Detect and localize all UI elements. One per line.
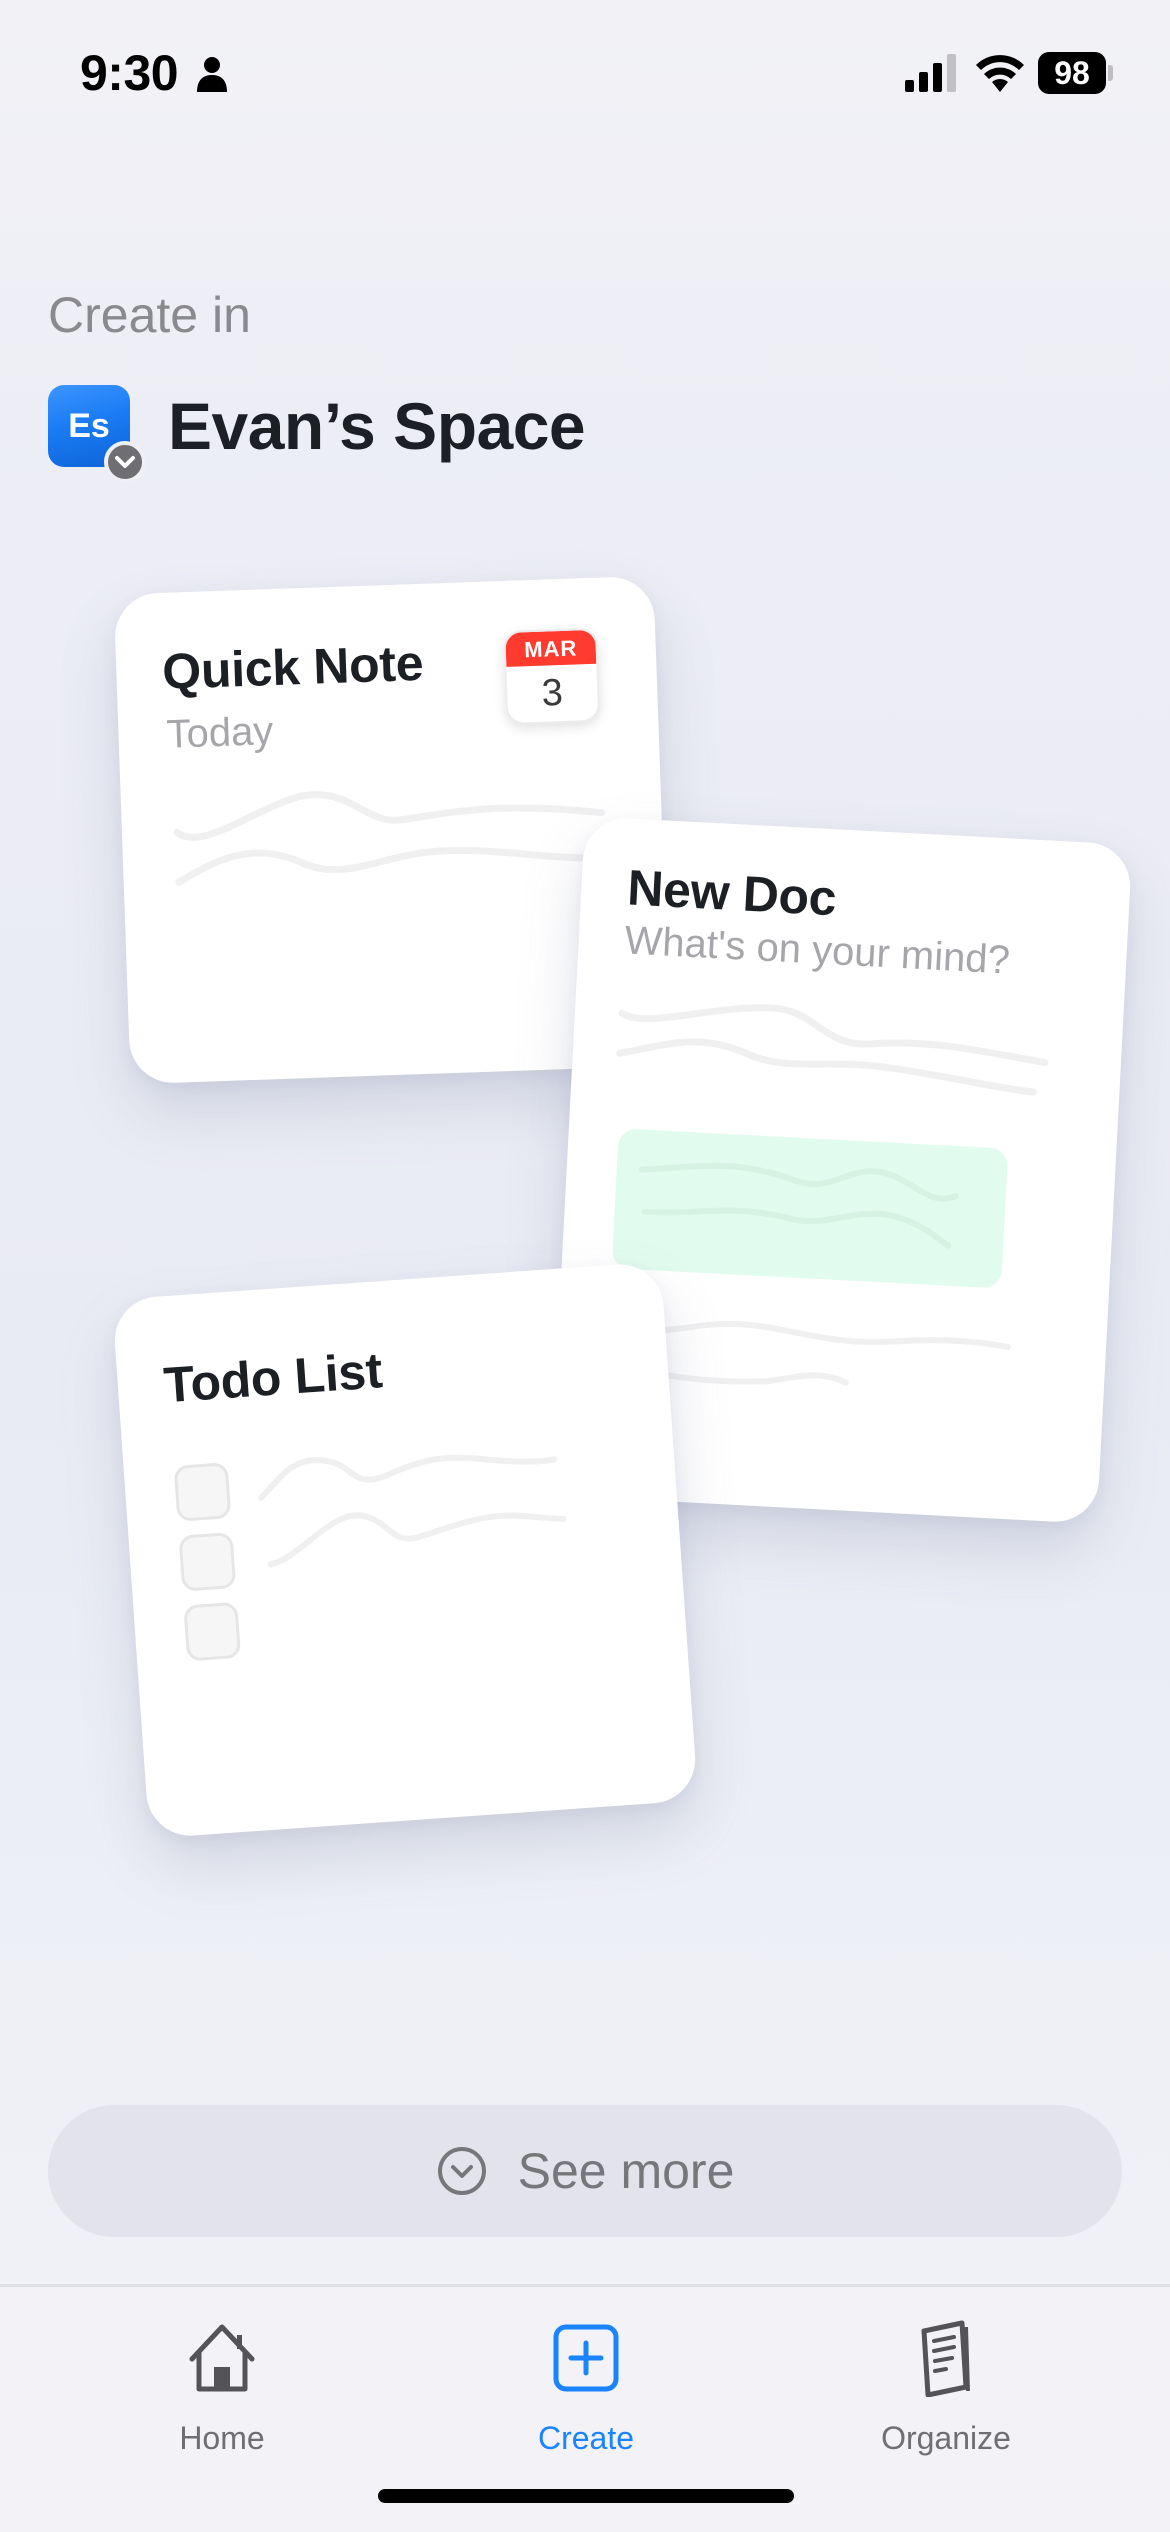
card-subtitle: Today — [165, 709, 274, 757]
todo-list-card[interactable]: Todo List — [111, 1261, 699, 1839]
document-stack-icon — [921, 2320, 970, 2398]
tab-label: Home — [179, 2420, 265, 2456]
house-icon — [189, 2324, 255, 2392]
battery-cap — [1108, 65, 1113, 81]
calendar-month: MAR — [505, 629, 597, 667]
battery-level: 98 — [1038, 52, 1106, 94]
space-name[interactable]: Evan’s Space — [168, 388, 586, 464]
tab-organize[interactable]: Organize — [826, 2317, 1066, 2457]
calendar-day: 3 — [541, 671, 564, 715]
chevron-down-icon[interactable] — [104, 441, 146, 483]
todo-checkbox — [173, 1462, 232, 1522]
home-indicator[interactable] — [378, 2489, 794, 2503]
plus-square-icon — [553, 2324, 619, 2392]
see-more-label: See more — [517, 2143, 735, 2199]
text-placeholder-scribble — [173, 791, 607, 886]
calendar-icon: MAR 3 — [503, 627, 601, 725]
space-initials: Es — [68, 406, 110, 445]
text-placeholder-scribble — [618, 1320, 1011, 1386]
status-time: 9:30 — [80, 45, 179, 101]
create-in-label: Create in — [48, 287, 251, 343]
tab-label: Organize — [881, 2420, 1011, 2456]
see-more-button[interactable]: See more — [48, 2105, 1122, 2237]
card-title: New Doc — [626, 859, 838, 927]
todo-checkbox — [178, 1532, 237, 1592]
todo-placeholder-scribble — [258, 1454, 567, 1568]
battery-icon: 98 — [1038, 52, 1114, 94]
tab-home[interactable]: Home — [102, 2317, 342, 2457]
tab-label: Create — [537, 2420, 635, 2456]
highlight-scribble — [638, 1162, 959, 1249]
todo-checkbox — [183, 1601, 242, 1662]
tab-create[interactable]: Create — [466, 2317, 706, 2457]
card-subtitle: What's on your mind? — [623, 918, 1011, 983]
chevron-down-circle-icon — [437, 2147, 486, 2195]
wifi-icon — [976, 55, 1024, 92]
card-title: Quick Note — [161, 634, 425, 700]
card-title: Todo List — [161, 1342, 384, 1414]
text-placeholder-scribble — [616, 1004, 1049, 1096]
cellular-signal-icon — [905, 54, 956, 92]
person-icon — [197, 57, 227, 92]
space-selector[interactable]: Es Evan’s Space — [48, 381, 586, 483]
space-avatar[interactable]: Es — [48, 385, 146, 483]
